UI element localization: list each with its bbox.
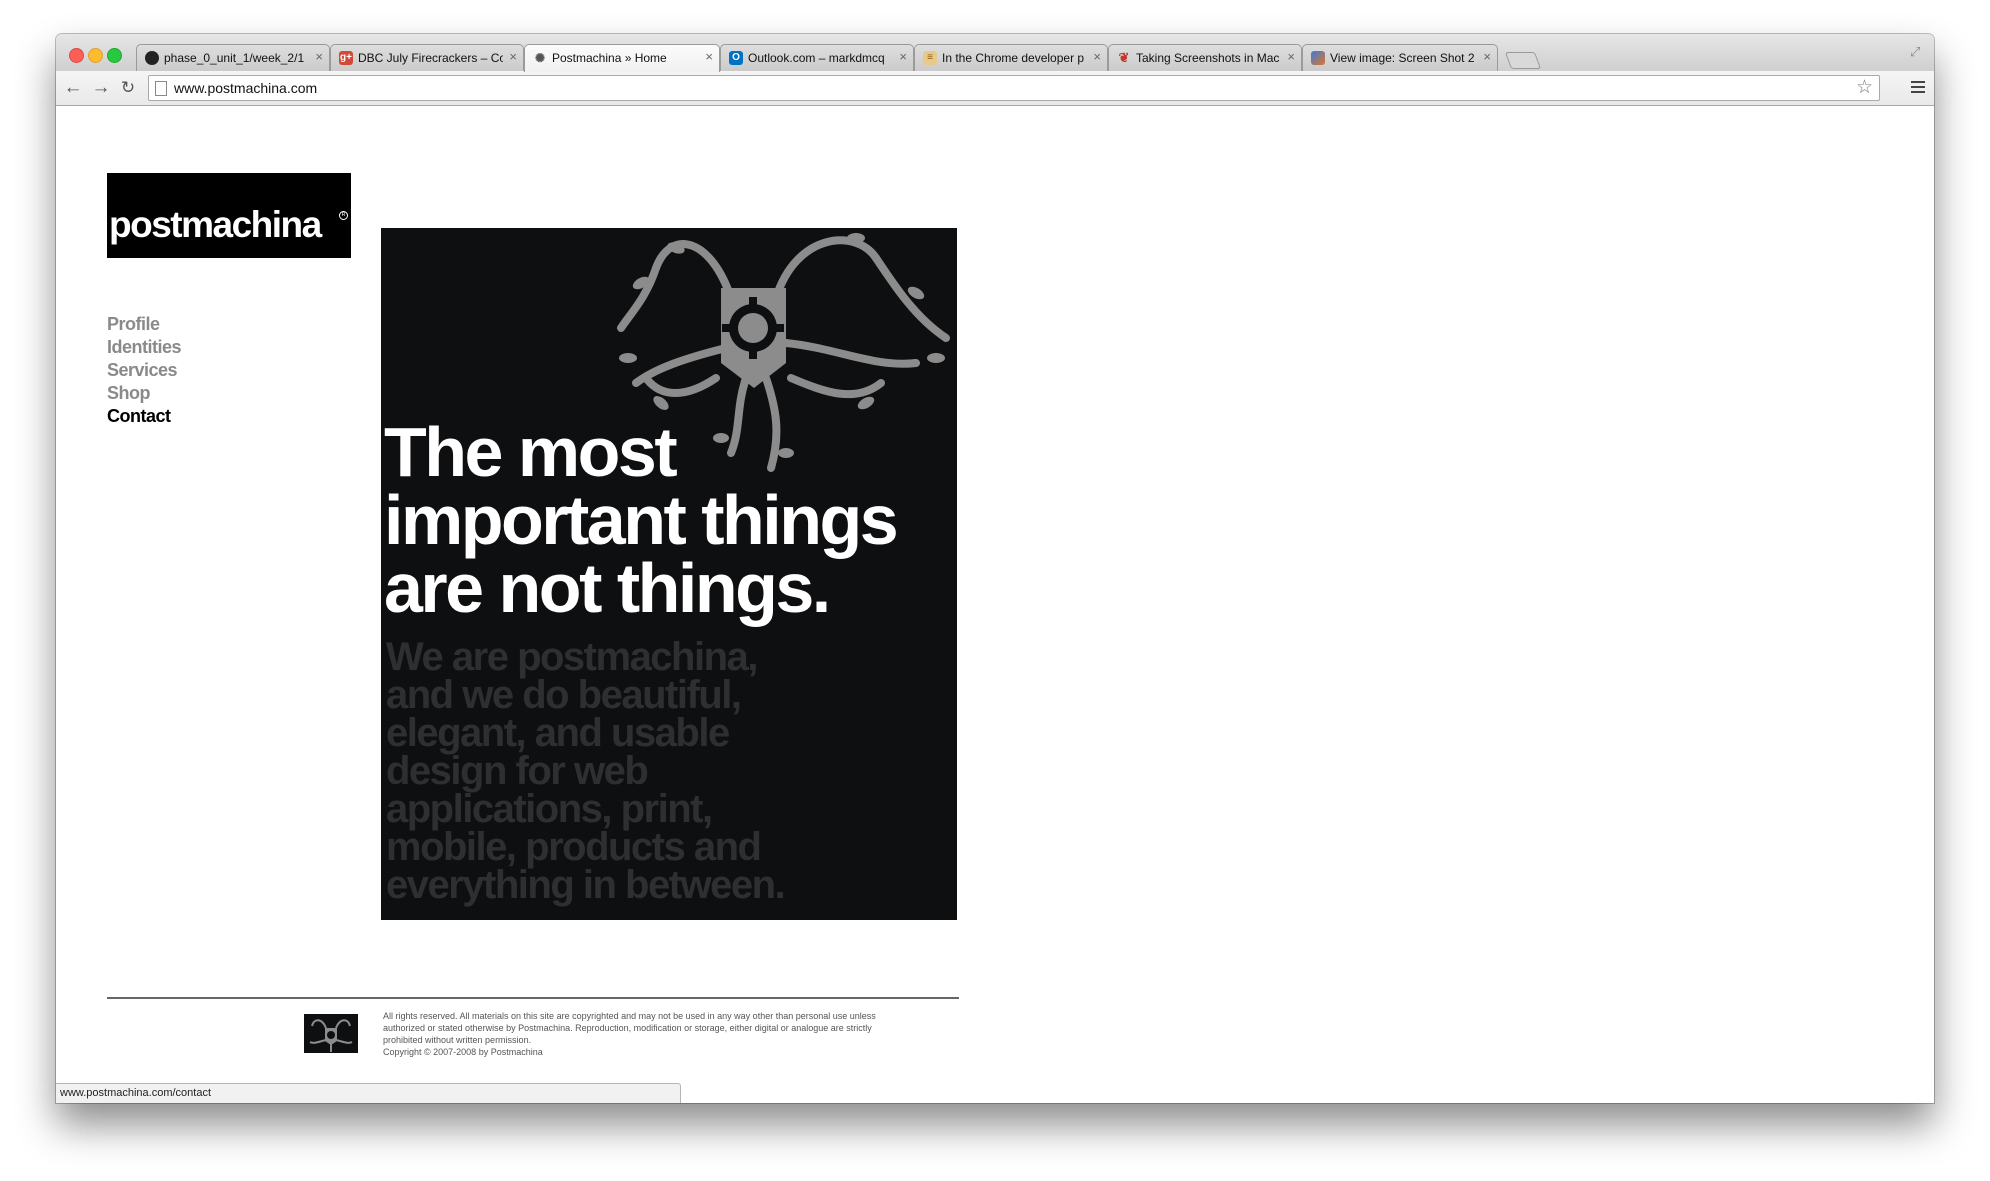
nav-shop[interactable]: Shop: [107, 382, 181, 405]
nav-contact[interactable]: Contact: [107, 405, 181, 428]
close-tab-icon[interactable]: ×: [1483, 50, 1491, 64]
postmachina-logo[interactable]: postmachina R: [107, 173, 351, 258]
new-tab-button[interactable]: [1504, 52, 1542, 69]
tab-chrome-developer[interactable]: ≡ In the Chrome developer p ×: [914, 44, 1108, 72]
tab-title: Postmachina » Home: [552, 51, 667, 65]
status-bar: www.postmachina.com/contact: [56, 1083, 681, 1103]
close-tab-icon[interactable]: ×: [509, 50, 517, 64]
nav-profile[interactable]: Profile: [107, 313, 181, 336]
bookmark-star-icon[interactable]: ☆: [1856, 77, 1873, 99]
tab-title: Outlook.com – markdmcq: [748, 51, 885, 65]
headline-line: are not things.: [384, 549, 831, 627]
reload-icon[interactable]: ↻: [117, 77, 139, 99]
headline-line: The most: [384, 413, 678, 491]
status-url: www.postmachina.com/contact: [60, 1087, 212, 1099]
tab-title: View image: Screen Shot 2: [1330, 51, 1475, 65]
zoom-window-button[interactable]: [107, 48, 122, 63]
footer-line: prohibited without written permission.: [383, 1035, 532, 1045]
footer-line: All rights reserved. All materials on th…: [383, 1011, 876, 1021]
tab-title: DBC July Firecrackers – Co: [358, 51, 503, 65]
outlook-icon: O: [729, 51, 743, 65]
tab-outlook[interactable]: O Outlook.com – markdmcq ×: [720, 44, 914, 72]
apple-icon: ❦: [1118, 50, 1130, 65]
google-plus-icon: g+: [339, 51, 353, 65]
close-window-button[interactable]: [69, 48, 84, 63]
tab-postmachina[interactable]: ✺ Postmachina » Home ×: [524, 44, 720, 72]
tab-title: phase_0_unit_1/week_2/1: [164, 51, 305, 65]
minimize-window-button[interactable]: [88, 48, 103, 63]
tagline-line: elegant, and usable: [386, 711, 730, 755]
chrome-menu-icon[interactable]: [1911, 81, 1925, 96]
tagline-line: everything in between.: [386, 863, 786, 907]
logo-text: postmachina: [109, 204, 322, 245]
image-icon: [1311, 51, 1325, 65]
tagline-line: applications, print,: [386, 787, 713, 831]
footer-line: Copyright © 2007-2008 by Postmachina: [383, 1047, 543, 1057]
tab-screenshots-mac[interactable]: ❦ Taking Screenshots in Mac ×: [1108, 44, 1302, 72]
headline-line: important things: [384, 481, 899, 559]
registered-icon: R: [339, 211, 348, 220]
close-tab-icon[interactable]: ×: [1287, 50, 1295, 64]
address-bar[interactable]: www.postmachina.com ☆: [148, 75, 1880, 101]
hero-panel: The most important things are not things…: [381, 228, 957, 920]
page-content: postmachina R Profile Identities Service…: [56, 106, 1934, 1103]
footer-line: authorized or stated otherwise by Postma…: [383, 1023, 872, 1033]
browser-window: phase_0_unit_1/week_2/1 × g+ DBC July Fi…: [56, 34, 1934, 1103]
nav-identities[interactable]: Identities: [107, 336, 182, 359]
close-tab-icon[interactable]: ×: [1093, 50, 1101, 64]
nav-services[interactable]: Services: [107, 359, 181, 382]
tab-view-image[interactable]: View image: Screen Shot 2 ×: [1302, 44, 1498, 72]
close-tab-icon[interactable]: ×: [899, 50, 907, 64]
hero-headline: The most important things are not things…: [384, 413, 954, 627]
tab-title: In the Chrome developer p: [942, 51, 1085, 65]
tagline-line: mobile, products and: [386, 825, 762, 869]
main-nav: Profile Identities Services Shop Contact: [107, 313, 182, 428]
forward-arrow-icon[interactable]: →: [90, 77, 112, 99]
close-tab-icon[interactable]: ×: [315, 50, 323, 64]
document-icon: ≡: [923, 51, 937, 65]
tagline-line: design for web: [386, 749, 649, 793]
tab-github[interactable]: phase_0_unit_1/week_2/1 ×: [136, 44, 330, 72]
gear-vine-icon: [309, 1019, 353, 1052]
browser-toolbar: ← → ↻ www.postmachina.com ☆: [56, 71, 1934, 106]
tagline-line: We are postmachina,: [386, 635, 758, 679]
footer-logo-thumbnail: [304, 1014, 358, 1053]
tagline-line: and we do beautiful,: [386, 673, 742, 717]
close-tab-icon[interactable]: ×: [705, 50, 713, 64]
tab-strip: phase_0_unit_1/week_2/1 × g+ DBC July Fi…: [56, 34, 1934, 72]
page-icon: [155, 81, 167, 96]
address-bar-url[interactable]: www.postmachina.com: [174, 80, 317, 96]
tab-title: Taking Screenshots in Mac: [1136, 51, 1280, 65]
hero-tagline: We are postmachina, and we do beautiful,…: [386, 635, 946, 907]
github-icon: [145, 51, 159, 65]
footer-copyright: All rights reserved. All materials on th…: [383, 1010, 963, 1058]
back-arrow-icon[interactable]: ←: [62, 77, 84, 99]
fullscreen-icon[interactable]: ⤢: [1910, 44, 1924, 59]
footer-divider: [107, 997, 959, 999]
tab-google-plus[interactable]: g+ DBC July Firecrackers – Co ×: [330, 44, 524, 72]
postmachina-icon: ✺: [534, 51, 546, 65]
